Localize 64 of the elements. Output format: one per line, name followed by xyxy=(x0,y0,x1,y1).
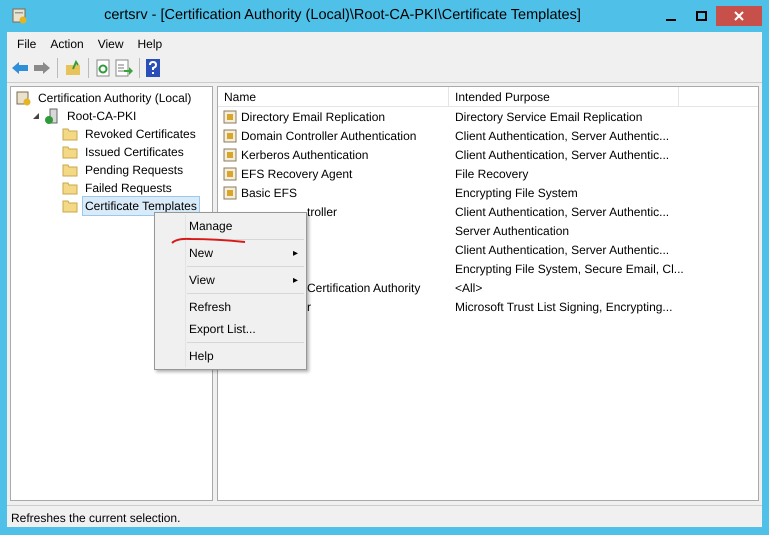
expander-icon[interactable] xyxy=(33,112,40,120)
menu-item[interactable]: Refresh xyxy=(187,296,304,318)
menu-item[interactable]: File xyxy=(11,35,42,53)
maximize-icon xyxy=(696,11,706,21)
folder-icon xyxy=(62,126,78,142)
menu-item[interactable]: New ▸ xyxy=(187,242,304,264)
menu-item[interactable]: Export List... xyxy=(187,318,304,340)
template-name[interactable]: Certification Authority xyxy=(307,278,420,296)
folder-icon xyxy=(62,180,78,196)
template-name[interactable]: Kerberos Authentication xyxy=(241,146,368,164)
help-icon[interactable] xyxy=(146,59,160,77)
column-header[interactable]: Intended Purpose xyxy=(449,87,679,106)
menu-item[interactable]: View ▸ xyxy=(187,269,304,291)
status-bar: Refreshes the current selection. xyxy=(7,505,762,527)
window-title: certsrv - [Certification Authority (Local)\Root-CA-PKI\Certificate Templates] xyxy=(103,6,582,26)
menu-item[interactable]: Help xyxy=(132,35,168,53)
certificate-icon xyxy=(223,128,237,142)
minimize-icon xyxy=(666,19,676,21)
up-folder-icon[interactable] xyxy=(64,60,82,76)
tree-item[interactable]: Pending Requests xyxy=(82,160,186,180)
menu-item[interactable]: View xyxy=(92,35,130,53)
tree-item[interactable]: Root-CA-PKI xyxy=(64,106,140,126)
template-name[interactable]: Basic EFS xyxy=(241,184,298,202)
back-icon[interactable] xyxy=(11,60,29,76)
close-button[interactable] xyxy=(716,6,762,26)
intended-purpose: <All> xyxy=(454,280,484,296)
app-icon xyxy=(11,7,29,25)
certificate-icon xyxy=(223,110,237,124)
refresh-icon[interactable] xyxy=(95,59,111,77)
tree-item[interactable]: Revoked Certificates xyxy=(82,124,199,144)
forward-icon[interactable] xyxy=(33,60,51,76)
tree-item[interactable]: Failed Requests xyxy=(82,178,175,198)
column-header[interactable]: Name xyxy=(218,87,449,106)
certificate-icon xyxy=(223,166,237,180)
close-icon xyxy=(734,11,744,21)
certificate-icon xyxy=(223,148,237,162)
menu-item[interactable]: Manage xyxy=(187,215,304,237)
intended-purpose: Encrypting File System, Secure Email, Cl... xyxy=(454,260,685,276)
intended-purpose: Client Authentication, Server Authentic... xyxy=(454,204,670,220)
tree-item[interactable]: Issued Certificates xyxy=(82,142,187,162)
intended-purpose: Client Authentication, Server Authentic... xyxy=(454,242,670,258)
folder-icon xyxy=(62,144,78,160)
template-name[interactable]: EFS Recovery Agent xyxy=(241,164,352,182)
server-icon xyxy=(44,108,60,124)
certificate-icon xyxy=(15,90,31,106)
folder-icon xyxy=(62,198,78,214)
intended-purpose: Directory Service Email Replication xyxy=(454,108,644,124)
template-name[interactable]: troller xyxy=(307,202,338,220)
export-list-icon[interactable] xyxy=(115,59,133,77)
menu-item[interactable]: Action xyxy=(44,35,90,53)
intended-purpose: File Recovery xyxy=(454,166,530,182)
folder-icon xyxy=(62,162,78,178)
template-name[interactable]: Directory Email Replication xyxy=(241,108,386,126)
tree-item[interactable]: Certificate Templates xyxy=(82,196,200,216)
intended-purpose: Encrypting File System xyxy=(454,184,579,200)
certificate-icon xyxy=(223,186,237,200)
intended-purpose: Client Authentication, Server Authentic... xyxy=(454,146,670,162)
intended-purpose: Server Authentication xyxy=(454,222,570,238)
tree-item[interactable]: Certification Authority (Local) xyxy=(35,88,194,108)
intended-purpose: Client Authentication, Server Authentic... xyxy=(454,128,670,144)
intended-purpose: Microsoft Trust List Signing, Encrypting... xyxy=(454,298,674,314)
template-name[interactable]: r xyxy=(307,298,311,316)
template-name[interactable]: Domain Controller Authentication xyxy=(241,126,416,144)
menu-item[interactable]: Help xyxy=(187,345,304,367)
